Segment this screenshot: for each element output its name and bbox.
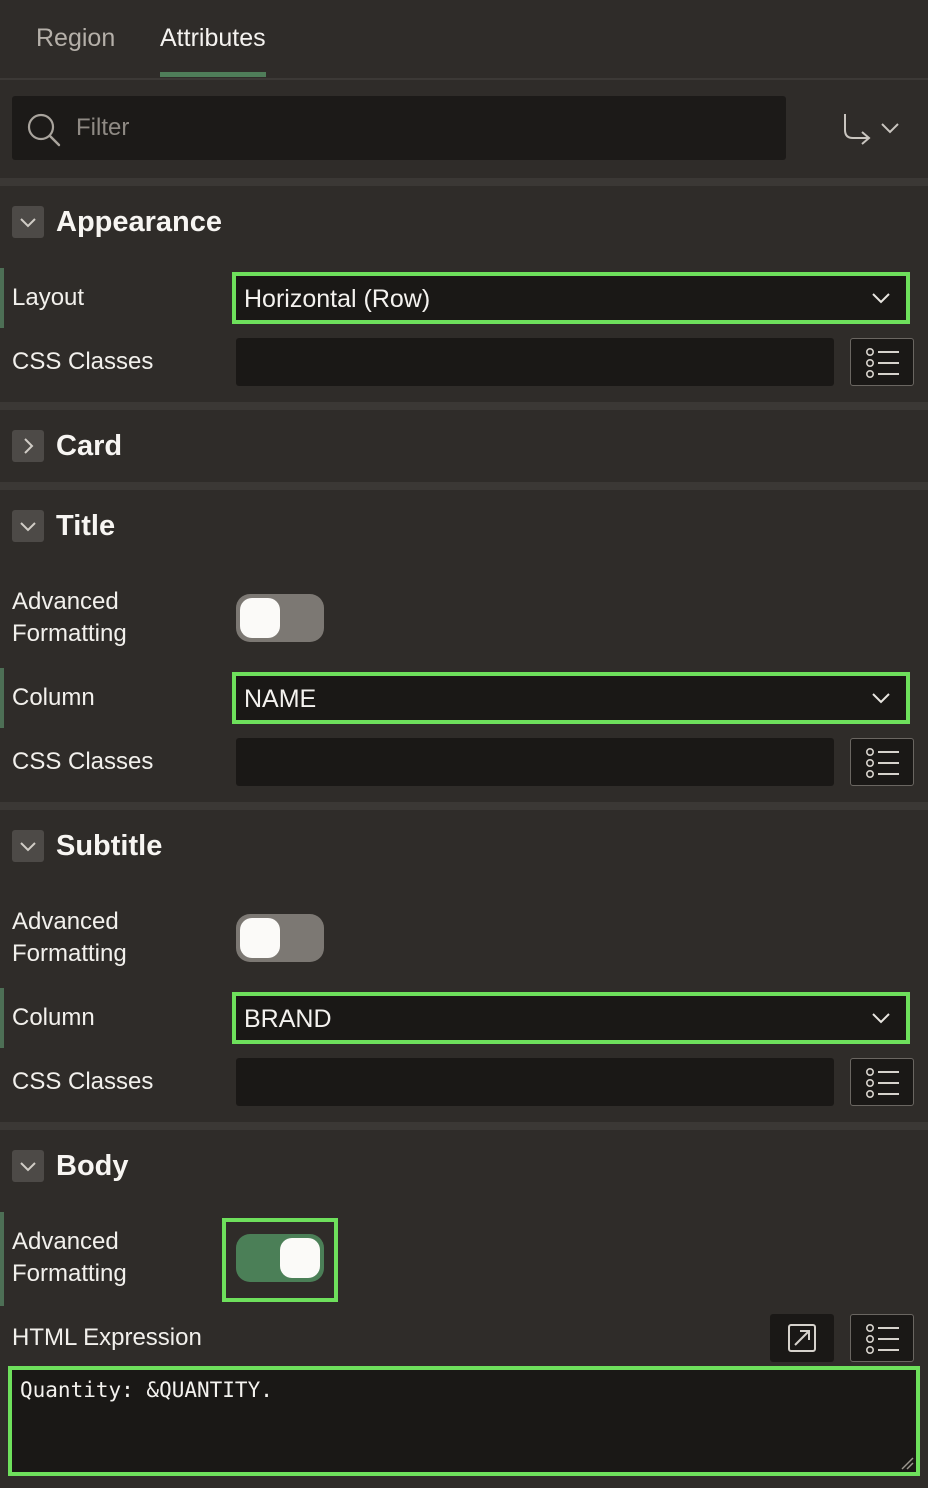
- subtitle-css-classes-list-button[interactable]: [850, 1058, 914, 1106]
- title-css-classes-list-button[interactable]: [850, 738, 914, 786]
- layout-label: Layout: [12, 284, 85, 311]
- subtitle-column-value: BRAND: [244, 1005, 332, 1033]
- advanced-formatting-label-line2: Formatting: [12, 1260, 127, 1287]
- css-classes-label: CSS Classes: [12, 348, 154, 375]
- section-title-subtitle[interactable]: Subtitle: [56, 830, 162, 863]
- css-classes-label: CSS Classes: [12, 748, 154, 775]
- open-code-editor-button[interactable]: [770, 1314, 834, 1362]
- html-expression-textarea[interactable]: Quantity: &QUANTITY.: [8, 1366, 920, 1476]
- tab-region[interactable]: Region: [36, 24, 115, 53]
- advanced-formatting-label-line2: Formatting: [12, 620, 127, 647]
- required-marker: [0, 988, 4, 1048]
- advanced-formatting-label: Advanced: [12, 588, 119, 615]
- appearance-collapse-button[interactable]: [12, 206, 44, 238]
- title-column-value: NAME: [244, 685, 317, 713]
- html-expression-list-button[interactable]: [850, 1314, 914, 1362]
- advanced-formatting-label-line2: Formatting: [12, 940, 127, 967]
- go-to-group-icon: [844, 114, 899, 145]
- chevron-right-icon: [24, 438, 34, 454]
- toggle-knob: [240, 918, 280, 958]
- list-icon: [866, 1068, 899, 1098]
- divider: [0, 802, 928, 810]
- section-title-title[interactable]: Title: [56, 510, 115, 543]
- required-marker: [0, 1212, 4, 1306]
- css-classes-label: CSS Classes: [12, 1068, 154, 1095]
- filter-input[interactable]: [76, 106, 766, 150]
- chevron-down-icon: [872, 693, 890, 704]
- card-expand-button[interactable]: [12, 430, 44, 462]
- body-collapse-button[interactable]: [12, 1150, 44, 1182]
- required-marker: [0, 268, 4, 328]
- html-expression-label: HTML Expression: [12, 1324, 202, 1351]
- toggle-knob: [280, 1238, 320, 1278]
- divider: [0, 1122, 928, 1130]
- chevron-down-icon: [872, 293, 890, 304]
- advanced-formatting-label: Advanced: [12, 908, 119, 935]
- active-tab-indicator: [160, 72, 266, 77]
- list-icon: [866, 348, 899, 378]
- list-icon: [866, 748, 899, 778]
- title-advanced-formatting-toggle[interactable]: [236, 594, 324, 642]
- list-icon: [866, 1324, 899, 1354]
- appearance-css-classes-input[interactable]: [236, 338, 834, 386]
- chevron-down-icon: [20, 218, 36, 228]
- body-advanced-formatting-toggle[interactable]: [236, 1234, 324, 1282]
- divider: [0, 402, 928, 410]
- title-collapse-button[interactable]: [12, 510, 44, 542]
- toggle-knob: [240, 598, 280, 638]
- go-to-group-button[interactable]: [838, 106, 908, 150]
- title-css-classes-input[interactable]: [236, 738, 834, 786]
- chevron-down-icon: [20, 1162, 36, 1172]
- subtitle-collapse-button[interactable]: [12, 830, 44, 862]
- subtitle-css-classes-input[interactable]: [236, 1058, 834, 1106]
- chevron-down-icon: [20, 522, 36, 532]
- section-title-body[interactable]: Body: [56, 1150, 129, 1183]
- subtitle-advanced-formatting-toggle[interactable]: [236, 914, 324, 962]
- html-expression-value: Quantity: &QUANTITY.: [20, 1378, 273, 1402]
- chevron-down-icon: [20, 842, 36, 852]
- section-title-appearance[interactable]: Appearance: [56, 206, 222, 239]
- filter-box: [12, 96, 786, 160]
- advanced-formatting-label: Advanced: [12, 1228, 119, 1255]
- resize-grip-icon[interactable]: [900, 1456, 914, 1470]
- section-title-card[interactable]: Card: [56, 430, 122, 463]
- search-icon: [27, 113, 61, 147]
- divider: [0, 178, 928, 186]
- column-label: Column: [12, 684, 95, 711]
- column-label: Column: [12, 1004, 95, 1031]
- layout-select[interactable]: Horizontal (Row): [232, 272, 910, 324]
- chevron-down-icon: [872, 1013, 890, 1024]
- layout-value: Horizontal (Row): [244, 285, 431, 313]
- expand-icon: [788, 1324, 816, 1352]
- required-marker: [0, 668, 4, 728]
- divider: [0, 482, 928, 490]
- subtitle-column-select[interactable]: BRAND: [232, 992, 910, 1044]
- appearance-css-classes-list-button[interactable]: [850, 338, 914, 386]
- tab-attributes[interactable]: Attributes: [160, 24, 266, 53]
- title-column-select[interactable]: NAME: [232, 672, 910, 724]
- tab-bar: Region Attributes: [0, 0, 928, 80]
